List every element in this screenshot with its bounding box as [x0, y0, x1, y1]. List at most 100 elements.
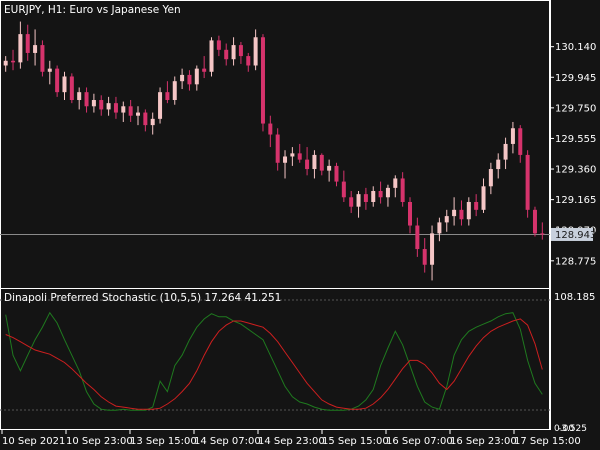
candle-body: [488, 169, 493, 187]
symbol-title: EURJPY, H1: Euro vs Japanese Yen: [4, 4, 181, 16]
candle-body: [540, 233, 545, 235]
candle-body: [172, 81, 177, 101]
time-axis-label: 10 Sep 23:00: [66, 436, 133, 447]
time-axis-label: 16 Sep 07:00: [386, 436, 453, 447]
candle-body: [260, 37, 265, 124]
candle-body: [371, 191, 376, 202]
time-axis-label: 15 Sep 15:00: [322, 436, 389, 447]
candle-body: [84, 92, 89, 107]
candle-body: [158, 92, 163, 119]
indicator-axis-min: -3.525: [558, 424, 587, 434]
price-axis-label: 129.555: [555, 134, 596, 145]
candle-body: [128, 106, 133, 116]
candles-group: [3, 21, 545, 281]
candle-body: [3, 60, 8, 66]
candle-body: [121, 106, 126, 113]
price-axis-label: 129.945: [555, 73, 596, 84]
candle-body: [532, 209, 537, 234]
candle-body: [283, 156, 288, 163]
candle-body: [238, 45, 243, 57]
time-axis-label: 16 Sep 23:00: [450, 436, 517, 447]
candle-body: [40, 45, 45, 72]
candle-body: [400, 178, 405, 202]
candle-body: [165, 92, 170, 101]
price-axis-label: 128.775: [555, 256, 596, 267]
candle-body: [305, 159, 310, 170]
candle-body: [327, 165, 332, 171]
candle-body: [415, 225, 420, 250]
candle-body: [55, 68, 60, 93]
price-axis-label: 130.140: [555, 42, 596, 53]
candle-body: [297, 153, 302, 160]
candle-body: [466, 201, 471, 220]
candle-body: [150, 118, 155, 126]
candle-body: [510, 128, 515, 144]
candle-body: [312, 154, 317, 170]
candle-body: [136, 112, 140, 116]
candle-body: [246, 56, 251, 66]
candle-body: [422, 249, 427, 265]
candle-body: [18, 34, 23, 63]
price-axis-label: 129.360: [555, 165, 596, 176]
indicator-axis-max: 108.185: [554, 292, 595, 303]
candle-body: [334, 165, 339, 182]
candle-body: [62, 76, 67, 93]
candle-body: [202, 68, 207, 72]
candle-body: [525, 154, 530, 210]
candle-body: [444, 216, 449, 223]
time-axis-label: 17 Sep 15:00: [514, 436, 581, 447]
candle-body: [91, 100, 96, 107]
candle-body: [47, 68, 52, 72]
candle-body: [363, 194, 368, 202]
candle-body: [290, 153, 295, 157]
current-price-label: 128.943: [555, 230, 596, 241]
candle-body: [99, 100, 104, 110]
candle-body: [452, 209, 457, 217]
candle-body: [268, 123, 273, 135]
candle-body: [187, 74, 192, 85]
time-axis-label: 13 Sep 15:00: [130, 436, 197, 447]
candle-body: [378, 191, 383, 198]
stochastic-main-line: [5, 311, 543, 411]
candle-body: [275, 134, 280, 163]
candle-body: [194, 68, 199, 85]
candle-body: [209, 40, 214, 72]
price-axis-label: 129.165: [555, 195, 596, 206]
indicator-title: Dinapoli Preferred Stochastic (10,5,5) 1…: [4, 292, 281, 304]
candle-body: [253, 37, 258, 66]
candle-body: [349, 197, 354, 207]
candle-body: [430, 233, 435, 265]
candle-body: [69, 76, 74, 101]
candle-body: [25, 34, 30, 53]
candle-body: [518, 128, 523, 155]
candle-body: [77, 92, 82, 101]
candle-body: [11, 60, 16, 63]
time-axis-label: 10 Sep 2021: [2, 436, 65, 447]
candle-body: [143, 112, 148, 126]
candle-body: [319, 154, 324, 171]
candle-body: [224, 49, 229, 60]
time-axis-label: 14 Sep 07:00: [194, 436, 261, 447]
price-axis-label: 129.750: [555, 103, 596, 114]
candle-body: [481, 186, 486, 210]
candle-body: [113, 103, 118, 113]
time-axis: 10 Sep 2021 10 Sep 23:0013 Sep 15:0014 Se…: [1, 430, 581, 447]
candle-body: [474, 201, 479, 210]
candle-body: [459, 209, 464, 220]
candle-body: [216, 40, 221, 50]
candle-body: [341, 181, 346, 198]
candle-body: [385, 187, 390, 198]
candle-body: [503, 143, 508, 160]
time-axis-label: 14 Sep 23:00: [258, 436, 325, 447]
candle-body: [231, 45, 236, 60]
candle-body: [106, 103, 111, 110]
trading-chart: EURJPY, H1: Euro vs Japanese Yen Dinapol…: [0, 0, 596, 447]
candle-body: [496, 159, 501, 170]
candle-body: [393, 178, 398, 188]
candle-body: [33, 45, 38, 53]
candle-body: [356, 194, 361, 207]
candle-body: [180, 74, 185, 82]
candle-body: [408, 201, 412, 226]
price-panel[interactable]: [0, 21, 550, 281]
indicator-panel[interactable]: [0, 299, 550, 411]
